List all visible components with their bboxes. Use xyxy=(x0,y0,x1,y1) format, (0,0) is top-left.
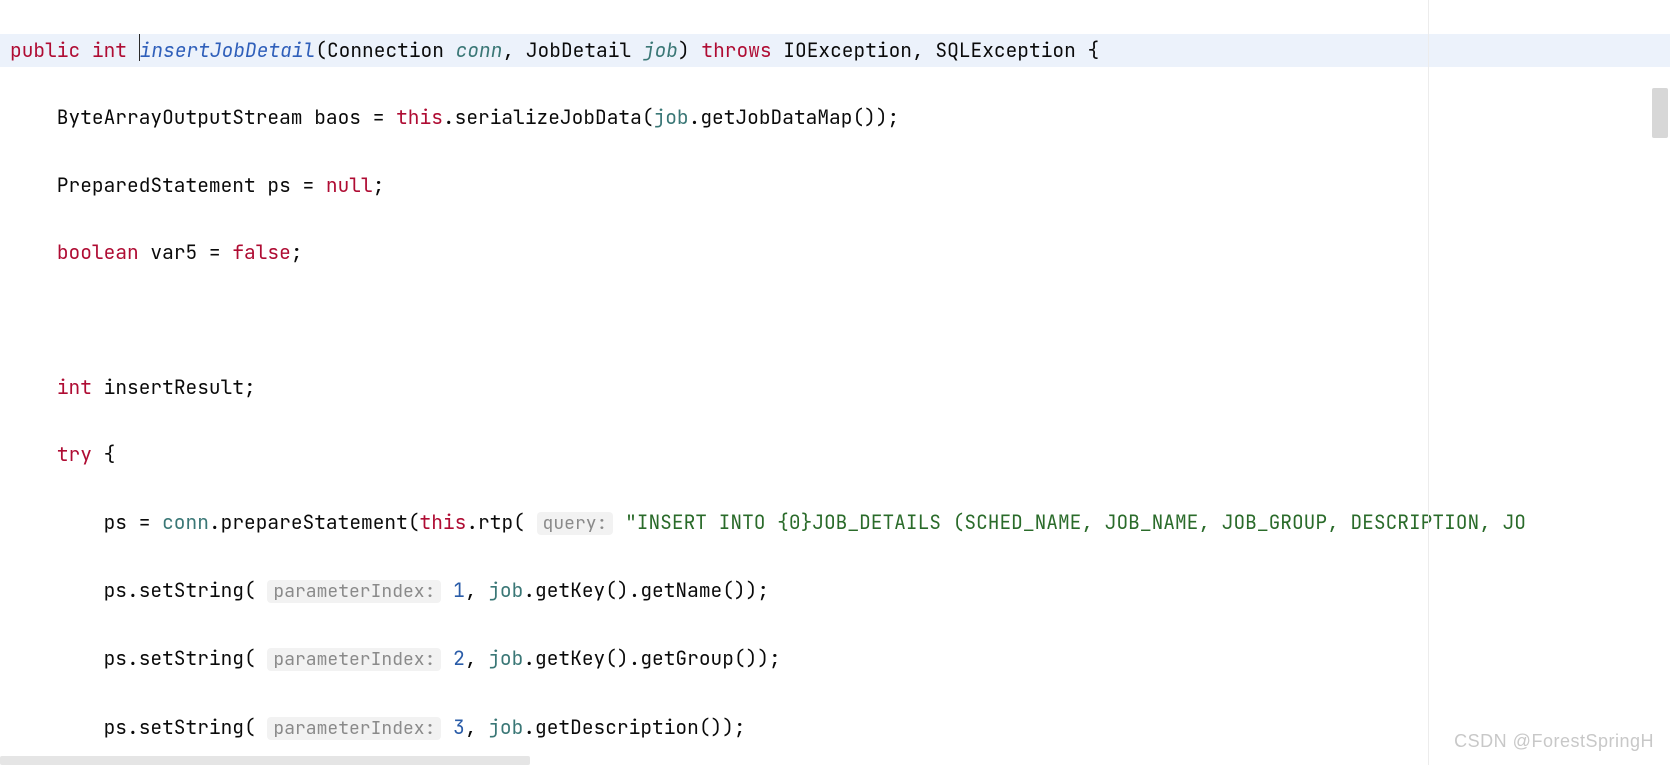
code-text: JobDetail xyxy=(526,37,643,63)
param-conn: conn xyxy=(456,37,503,63)
code-text: .rtp( xyxy=(466,509,536,535)
var-ref: job xyxy=(488,645,523,671)
var-ref: job xyxy=(488,577,523,603)
string-literal: "INSERT INTO {0}JOB_DETAILS (SCHED_NAME,… xyxy=(625,509,1526,535)
code-line-blank[interactable] xyxy=(0,303,1670,337)
scrollbar-thumb-vertical[interactable] xyxy=(1652,88,1668,138)
code-line[interactable]: try { xyxy=(0,438,1670,472)
code-text: ( xyxy=(315,37,327,63)
inlay-hint-param: parameterIndex: xyxy=(267,580,441,603)
code-line[interactable]: boolean var5 = false; xyxy=(0,236,1670,270)
code-text: IOException, SQLException { xyxy=(772,37,1100,63)
code-text: PreparedStatement ps = xyxy=(10,172,326,198)
kw-null: null xyxy=(326,172,373,198)
kw-int: int xyxy=(92,37,127,63)
inlay-hint-query: query: xyxy=(537,512,614,535)
code-text: .getDescription()); xyxy=(523,714,745,740)
method-name: insertJobDetail xyxy=(140,37,316,63)
code-text: , xyxy=(502,37,525,63)
inlay-hint-param: parameterIndex: xyxy=(267,648,441,671)
kw-false: false xyxy=(232,239,291,265)
code-line-1[interactable]: public int insertJobDetail(Connection co… xyxy=(0,34,1670,68)
kw-throws: throws xyxy=(701,37,771,63)
inlay-hint-param: parameterIndex: xyxy=(267,717,441,740)
code-line[interactable]: ps.setString( parameterIndex: 2, job.get… xyxy=(0,642,1670,677)
kw-public: public xyxy=(10,37,80,63)
code-text: .serializeJobData( xyxy=(443,104,654,130)
code-text: var5 = xyxy=(139,239,233,265)
code-line[interactable]: ps.setString( parameterIndex: 1, job.get… xyxy=(0,574,1670,609)
code-text: ; xyxy=(291,239,303,265)
kw-this: this xyxy=(396,104,443,130)
code-text: ; xyxy=(373,172,385,198)
code-text: ) xyxy=(678,37,701,63)
code-editor[interactable]: public int insertJobDetail(Connection co… xyxy=(0,0,1670,765)
code-text: ByteArrayOutputStream baos = xyxy=(10,104,396,130)
scrollbar-thumb-horizontal[interactable] xyxy=(0,756,530,765)
param-job: job xyxy=(643,37,678,63)
kw-this: this xyxy=(420,509,467,535)
number-literal: 3 xyxy=(453,714,465,740)
code-text xyxy=(613,509,625,535)
code-text: .getJobDataMap()); xyxy=(689,104,900,130)
var-ref: conn xyxy=(162,509,209,535)
code-line[interactable]: PreparedStatement ps = null; xyxy=(0,169,1670,203)
code-line[interactable]: ByteArrayOutputStream baos = this.serial… xyxy=(0,101,1670,135)
kw-boolean: boolean xyxy=(57,239,139,265)
var-ref: job xyxy=(654,104,689,130)
code-line[interactable]: ps = conn.prepareStatement(this.rtp( que… xyxy=(0,506,1670,541)
editor-right-margin xyxy=(1428,0,1429,765)
number-literal: 1 xyxy=(453,577,465,603)
kw-try: try xyxy=(57,441,92,467)
code-text: ps.setString( xyxy=(10,714,267,740)
code-text: { xyxy=(92,441,115,467)
kw-int: int xyxy=(57,374,92,400)
code-text: ps = xyxy=(10,509,162,535)
watermark-text: CSDN @ForestSpringH xyxy=(1454,725,1654,759)
number-literal: 2 xyxy=(453,645,465,671)
code-text: Connection xyxy=(327,37,456,63)
code-text: insertResult; xyxy=(92,374,256,400)
code-text: .prepareStatement( xyxy=(209,509,420,535)
code-text: .getKey().getGroup()); xyxy=(523,645,780,671)
code-line[interactable]: int insertResult; xyxy=(0,371,1670,405)
var-ref: job xyxy=(488,714,523,740)
code-text: ps.setString( xyxy=(10,577,267,603)
code-text: .getKey().getName()); xyxy=(523,577,769,603)
code-text: ps.setString( xyxy=(10,645,267,671)
code-line[interactable]: ps.setString( parameterIndex: 3, job.get… xyxy=(0,711,1670,746)
